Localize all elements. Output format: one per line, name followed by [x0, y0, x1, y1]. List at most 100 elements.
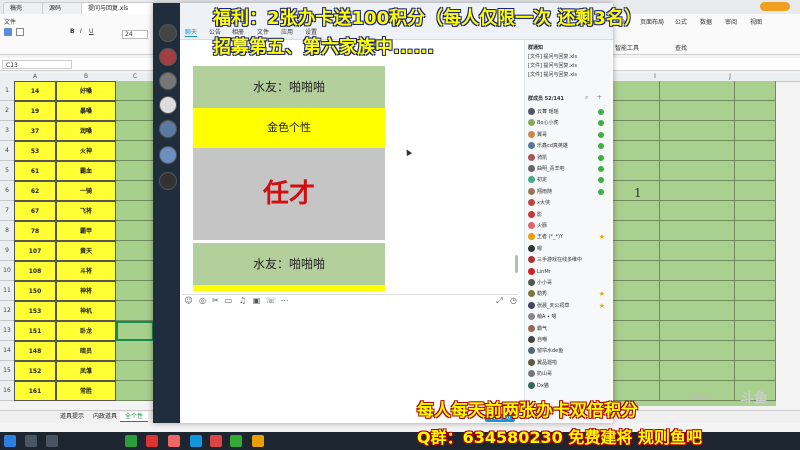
italic-icon[interactable]: I [80, 28, 82, 35]
member-item[interactable]: 奶山哥 [528, 369, 606, 380]
member-item[interactable]: 乐鑫cd真英雄 [528, 141, 606, 152]
cell-empty[interactable] [116, 381, 154, 401]
announcement-item[interactable]: [文件] 提问与回复.xls [528, 62, 577, 69]
row-number[interactable]: 8 [0, 221, 14, 241]
cell-id[interactable]: 14 [14, 81, 56, 101]
sidebar-avatar-7[interactable] [159, 172, 177, 190]
cell-name[interactable]: 一骑 [56, 181, 116, 201]
grid-cell[interactable] [660, 121, 735, 141]
cell-name[interactable]: 黄天 [56, 241, 116, 261]
grid-cell[interactable] [735, 301, 776, 321]
member-item[interactable]: 自嘲 [528, 335, 606, 346]
cell-id[interactable]: 53 [14, 141, 56, 161]
search-icon[interactable]: ⌕ [585, 94, 588, 102]
message-image-card[interactable]: 水友：啪啪啪 [193, 66, 385, 108]
history-icon[interactable]: ◷ [509, 296, 518, 305]
grid-cell[interactable] [735, 121, 776, 141]
screenshot-icon[interactable]: ✂ [211, 296, 220, 305]
grid-cell[interactable] [735, 321, 776, 341]
cell-name[interactable]: 暴嗓 [56, 101, 116, 121]
announcement-item[interactable]: [文件] 提问与回复.xls [528, 53, 577, 60]
cell-name[interactable]: 飞将 [56, 201, 116, 221]
cell-id[interactable]: 148 [14, 341, 56, 361]
phone-icon[interactable]: ☏ [266, 296, 276, 305]
row-number[interactable]: 3 [0, 121, 14, 141]
grid-cell[interactable] [735, 281, 776, 301]
sidebar-avatar-5[interactable] [159, 120, 177, 138]
row-number[interactable]: 1 [0, 81, 14, 101]
row-number[interactable]: 5 [0, 161, 14, 181]
sidebar-avatar-3[interactable] [159, 72, 177, 90]
cell-id[interactable]: 151 [14, 321, 56, 341]
cell-id[interactable]: 152 [14, 361, 56, 381]
cell-name[interactable]: 火神 [56, 141, 116, 161]
app-icon[interactable] [146, 435, 158, 447]
cell-id[interactable]: 61 [14, 161, 56, 181]
sheet-tab-2[interactable]: 内政道具 [88, 412, 122, 421]
grid-cell[interactable] [735, 161, 776, 181]
row-number[interactable]: 13 [0, 321, 14, 341]
name-box[interactable]: C13 [2, 60, 72, 69]
cell-id[interactable]: 161 [14, 381, 56, 401]
smart-tools-button[interactable]: 智能工具 [615, 43, 639, 52]
cell-name[interactable]: 霸甲 [56, 221, 116, 241]
app-icon[interactable] [252, 435, 264, 447]
font-size-select[interactable]: 24 [122, 30, 148, 39]
member-item[interactable]: 王者 (*_*)Y ★ [528, 232, 606, 243]
member-item[interactable]: 云舞 瑶瑶 [528, 107, 606, 118]
cell-empty[interactable] [116, 341, 154, 361]
search-taskbar-icon[interactable] [25, 435, 37, 447]
menu-file[interactable]: 文件 [4, 17, 16, 26]
cell-value[interactable]: 1 [634, 186, 642, 200]
cell-name[interactable]: 暗员 [56, 341, 116, 361]
message-image-card[interactable] [193, 285, 385, 291]
member-item[interactable]: 曲明_青羊吧 [528, 164, 606, 175]
cell-empty[interactable] [116, 121, 154, 141]
row-number[interactable]: 14 [0, 341, 14, 361]
grid-cell[interactable] [660, 301, 735, 321]
row-number[interactable]: 10 [0, 261, 14, 281]
expand-icon[interactable]: ⤢ [495, 296, 504, 305]
cell-empty[interactable] [116, 181, 154, 201]
emoji-icon[interactable]: ☺ [184, 296, 193, 305]
row-number[interactable]: 9 [0, 241, 14, 261]
member-item[interactable]: 霸气 [528, 324, 606, 335]
sheet-tab-1[interactable]: 道具提示 [55, 412, 89, 421]
grid-cell[interactable] [660, 361, 735, 381]
grid-cell[interactable] [660, 221, 735, 241]
app-icon[interactable] [168, 435, 180, 447]
message-image-card[interactable]: 水友：啪啪啪 [193, 243, 385, 285]
grid-cell[interactable] [660, 181, 735, 201]
grid-cell[interactable] [660, 141, 735, 161]
cell-empty[interactable] [116, 361, 154, 381]
sidebar-avatar-4[interactable] [159, 96, 177, 114]
cell-id[interactable]: 107 [14, 241, 56, 261]
ribbon-tab-page[interactable]: 页面布局 [640, 17, 664, 26]
underline-icon[interactable]: U [89, 28, 93, 35]
grid-cell[interactable] [735, 141, 776, 161]
member-item[interactable]: 嗯 [528, 244, 606, 255]
cell-empty[interactable] [116, 261, 154, 281]
bold-icon[interactable]: B [70, 28, 75, 35]
app-icon[interactable] [210, 435, 222, 447]
cell-empty[interactable] [116, 81, 154, 101]
sidebar-avatar-2[interactable] [159, 48, 177, 66]
announcement-item[interactable]: [文件] 提问与回复.xls [528, 71, 577, 78]
cell-empty[interactable] [116, 221, 154, 241]
member-item[interactable]: 窗帘水de鱼 [528, 346, 606, 357]
grid-cell[interactable] [735, 361, 776, 381]
cell-empty[interactable] [116, 161, 154, 181]
grid-cell[interactable] [735, 261, 776, 281]
spreadsheet-app-icon[interactable] [125, 435, 137, 447]
message-image-card[interactable]: 任才 [193, 148, 385, 240]
member-item[interactable]: 影 [528, 210, 606, 221]
row-number[interactable]: 6 [0, 181, 14, 201]
column-header-i[interactable]: I [625, 73, 685, 81]
cell-empty[interactable] [116, 281, 154, 301]
grid-cell[interactable] [735, 181, 776, 201]
member-item[interactable]: 萌A • 嗯 [528, 312, 606, 323]
row-number[interactable]: 16 [0, 381, 14, 401]
member-item[interactable]: Dx猫 [528, 381, 606, 392]
copy-icon[interactable] [16, 28, 24, 36]
column-header-c[interactable]: C [116, 73, 154, 81]
